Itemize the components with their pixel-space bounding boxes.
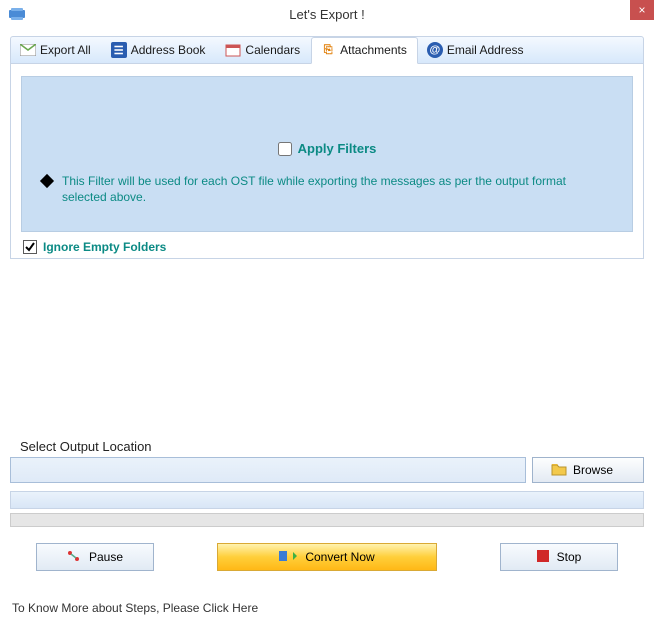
bullet-icon	[40, 173, 54, 187]
pause-button[interactable]: Pause	[36, 543, 154, 571]
window-title: Let's Export !	[0, 7, 654, 22]
spacer	[0, 259, 654, 435]
folder-icon	[551, 462, 567, 479]
close-button[interactable]: ×	[630, 0, 654, 20]
mail-icon	[20, 42, 36, 58]
stop-label: Stop	[557, 550, 582, 564]
tab-label: Calendars	[245, 43, 300, 57]
browse-label: Browse	[573, 463, 613, 477]
tab-export-all[interactable]: Export All	[11, 37, 102, 64]
apply-filters-checkbox[interactable]: Apply Filters	[278, 141, 377, 156]
footer-help-link[interactable]: To Know More about Steps, Please Click H…	[12, 601, 258, 615]
tab-label: Address Book	[131, 43, 206, 57]
convert-icon	[279, 548, 297, 567]
tab-calendars[interactable]: Calendars	[216, 37, 311, 64]
convert-label: Convert Now	[305, 550, 374, 564]
status-bar	[10, 491, 644, 509]
action-row: Pause Convert Now Stop	[36, 543, 618, 571]
titlebar: Let's Export ! ×	[0, 0, 654, 28]
tab-attachments[interactable]: ⎘ Attachments	[311, 37, 418, 64]
tab-address-book[interactable]: ☰ Address Book	[102, 37, 217, 64]
apply-filters-label: Apply Filters	[298, 141, 377, 156]
ignore-empty-checkbox[interactable]	[23, 240, 37, 254]
progress-bar	[10, 513, 644, 527]
convert-now-button[interactable]: Convert Now	[217, 543, 437, 571]
apply-filters-input[interactable]	[278, 142, 292, 156]
tab-label: Export All	[40, 43, 91, 57]
close-icon: ×	[638, 3, 645, 17]
filter-panel: Apply Filters This Filter will be used f…	[21, 76, 633, 232]
browse-button[interactable]: Browse	[532, 457, 644, 483]
stop-button[interactable]: Stop	[500, 543, 618, 571]
ignore-empty-label: Ignore Empty Folders	[43, 240, 166, 254]
calendar-icon	[225, 42, 241, 58]
output-label: Select Output Location	[10, 439, 644, 454]
tab-label: Attachments	[340, 43, 407, 57]
filter-description: This Filter will be used for each OST fi…	[62, 173, 612, 205]
stop-icon	[537, 550, 549, 565]
output-path-input[interactable]	[10, 457, 526, 483]
contact-icon: ☰	[111, 42, 127, 58]
tab-content: Apply Filters This Filter will be used f…	[10, 64, 644, 259]
output-section: Select Output Location Browse	[10, 439, 644, 483]
at-icon: @	[427, 42, 443, 58]
tab-email-address[interactable]: @ Email Address	[418, 37, 535, 64]
attachment-icon: ⎘	[320, 42, 336, 58]
tab-label: Email Address	[447, 43, 524, 57]
tab-bar: Export All ☰ Address Book Calendars ⎘ At…	[10, 36, 644, 64]
pause-icon	[67, 549, 81, 566]
pause-label: Pause	[89, 550, 123, 564]
